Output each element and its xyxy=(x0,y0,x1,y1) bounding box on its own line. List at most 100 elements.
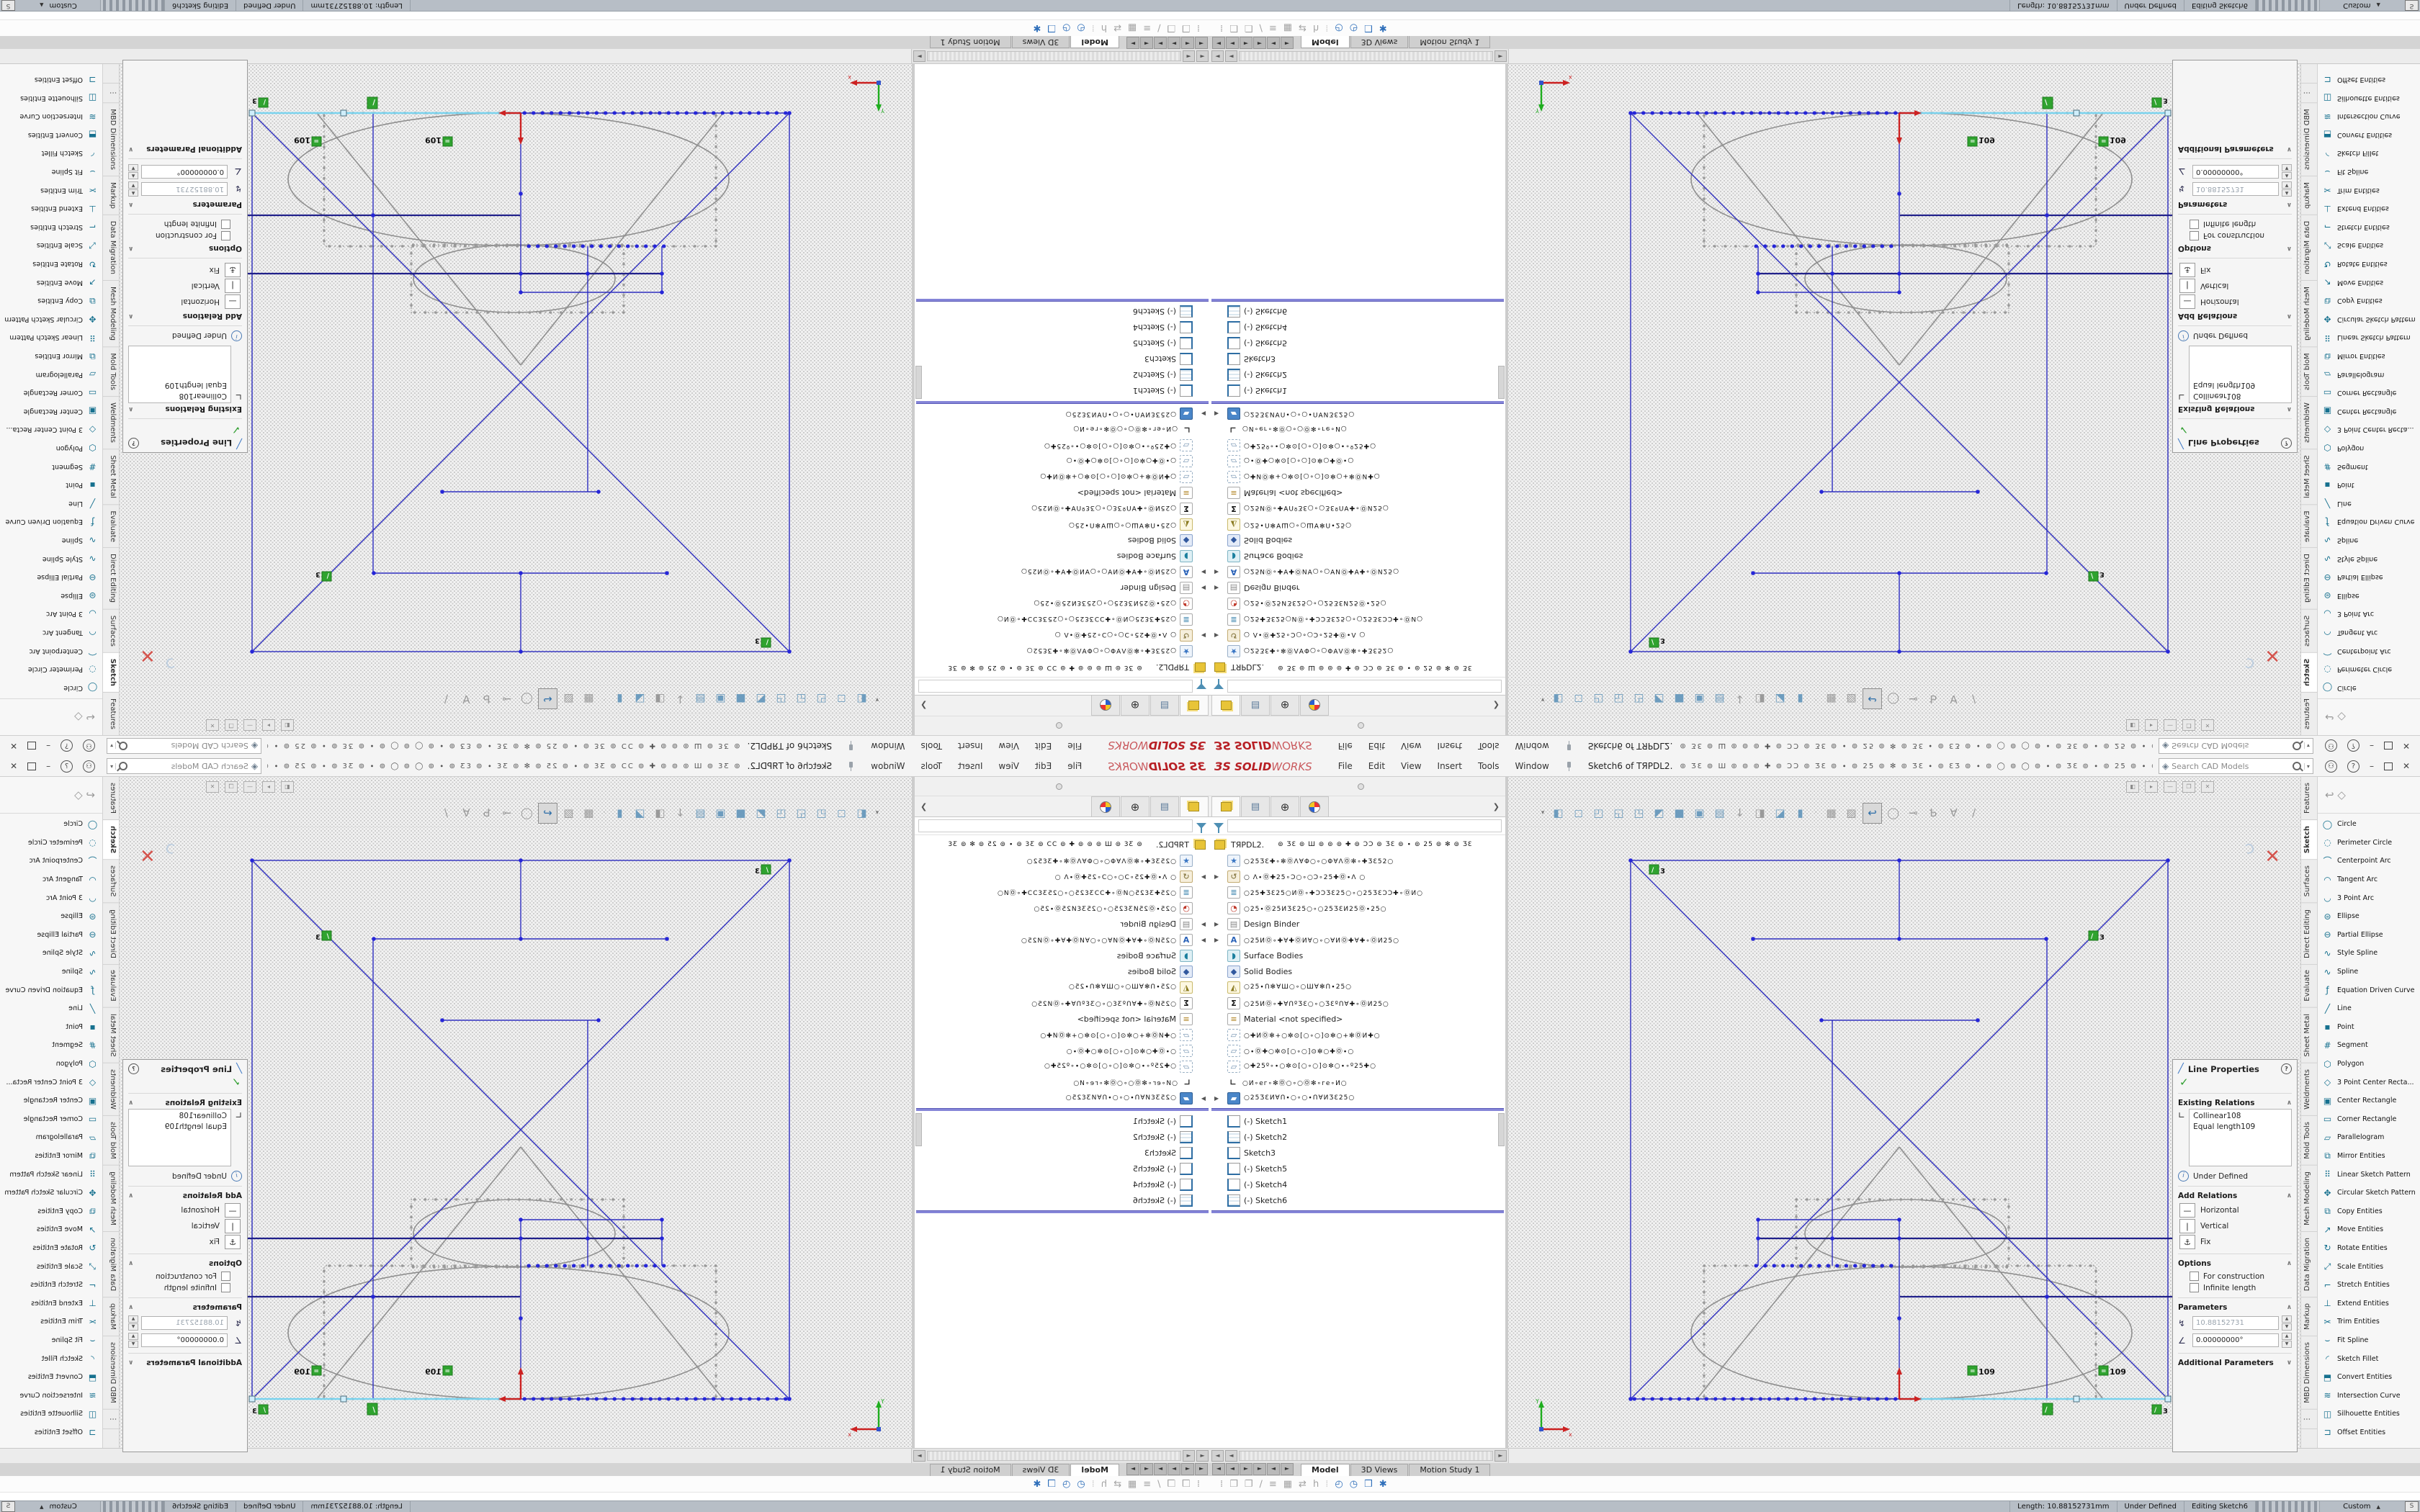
view-toolbar-icon[interactable]: ◧ xyxy=(1549,804,1567,823)
view-toolbar-icon[interactable]: Ƅ xyxy=(478,804,496,823)
command-tab[interactable]: Data Migration xyxy=(103,215,119,280)
tree-row[interactable]: ▶ ▰ ○25ƷƐИ∀Ո∙○∘○∙Ո∀ИƷƐ25○ xyxy=(1210,406,1505,422)
sketch-tool[interactable]: ✥ Circular Sketch Pattern xyxy=(2318,1184,2420,1202)
motion-toolbar-icon[interactable]: ❐ xyxy=(1182,1479,1191,1490)
search-dropdown-icon[interactable]: ▾ xyxy=(110,763,116,770)
expand-icon[interactable]: ▶ xyxy=(1198,633,1206,639)
motion-toolbar-icon[interactable]: ❐ xyxy=(1245,23,1253,34)
sketch-tool[interactable]: ↗ Move Entities xyxy=(0,273,102,292)
sketch-tool[interactable]: ✥ Circular Sketch Pattern xyxy=(0,310,102,329)
motion-toolbar-icon[interactable]: ◷ xyxy=(1350,1479,1358,1490)
restore-button[interactable] xyxy=(27,742,36,750)
tree-row[interactable]: ◗ Surface Bodies xyxy=(915,549,1210,564)
motion-toolbar-icon[interactable]: ▦ xyxy=(1128,1479,1137,1490)
view-toolbar-icon[interactable]: ◰ xyxy=(1590,690,1608,709)
cancel-sketch-icon[interactable]: ✕ xyxy=(140,644,156,666)
view-toolbar-icon[interactable]: ⊸ xyxy=(1904,804,1922,823)
minimize-button[interactable]: – xyxy=(46,741,50,751)
child-restore-icon[interactable]: ❐ xyxy=(225,781,238,793)
view-toolbar-icon[interactable]: ∀ xyxy=(457,690,475,709)
child-prev-icon[interactable]: ◧ xyxy=(2126,781,2139,793)
rollback-bar-end[interactable] xyxy=(916,1210,1209,1213)
tab-propertymanager[interactable]: ▤ xyxy=(1241,696,1270,716)
sketch-tool[interactable]: ⊐ Offset Entities xyxy=(2318,71,2420,89)
command-tab[interactable]: Weldments xyxy=(2301,396,2317,449)
sketch-tool[interactable]: ◫ Silhouette Entities xyxy=(2318,89,2420,107)
child-next-icon[interactable]: ▸ xyxy=(2145,781,2158,793)
view-toolbar-icon[interactable]: ◪ xyxy=(1771,804,1789,823)
spinner[interactable]: ▲▼ xyxy=(2282,164,2292,179)
expand-icon[interactable]: ▶ xyxy=(1214,633,1222,639)
tree-row[interactable]: ≣ ○25✚ƷƐ25○ИⓄ∘✚ƆƆƷƐ25○∘○25ƷƐƆƆ✚∘ⓄИ○ xyxy=(1210,612,1505,628)
search-box[interactable]: ◈ Search CAD Models ▾ xyxy=(107,758,261,774)
user-icon[interactable]: ⚇ xyxy=(83,740,95,752)
playback-button[interactable]: ◄ xyxy=(1140,37,1153,49)
minimize-button[interactable]: – xyxy=(46,761,50,771)
relation-item[interactable]: Equal length109 xyxy=(2193,1122,2287,1133)
command-tab[interactable]: Evaluate xyxy=(2301,504,2317,548)
sketch-tool[interactable]: ⧉ Copy Entities xyxy=(2318,1202,2420,1220)
tree-row[interactable]: ▶ ▰ ○25ƷƐИ∀Ո∙○∘○∙Ո∀ИƷƐ25○ xyxy=(915,1090,1210,1106)
view-toolbar-icon[interactable]: ▮ xyxy=(1791,690,1809,709)
tree-row[interactable]: ≡ Material <not specified> xyxy=(915,485,1210,501)
view-toolbar-icon[interactable]: ⊸ xyxy=(498,804,516,823)
child-close-icon[interactable]: ✕ xyxy=(206,719,219,731)
sketch-tool[interactable]: ⌣ Fit Spline xyxy=(2318,163,2420,181)
sketch-tool[interactable]: ◫ Silhouette Entities xyxy=(0,1405,102,1423)
tree-scrollbar[interactable] xyxy=(1498,1113,1505,1146)
sketch-tool[interactable]: ◡ 3 Point Arc xyxy=(2318,888,2420,907)
playback-button[interactable]: ► xyxy=(1168,37,1180,49)
playback-button[interactable]: ◄ xyxy=(1226,37,1239,49)
view-toolbar-icon[interactable]: ∀ xyxy=(457,804,475,823)
sketch-tool[interactable]: ⌣ Fit Spline xyxy=(0,1331,102,1350)
section-add-relations[interactable]: Add Relations∧ xyxy=(128,312,242,320)
command-tab[interactable]: Weldments xyxy=(103,396,119,449)
view-toolbar-icon[interactable]: ▾ xyxy=(873,804,882,823)
sketch-tool[interactable]: ⬒ Convert Entities xyxy=(0,1368,102,1387)
motion-toolbar-icon[interactable]: ◴ xyxy=(1335,23,1343,34)
option-row[interactable]: Infinite length xyxy=(128,1283,230,1292)
view-toolbar-icon[interactable]: ◰ xyxy=(1590,804,1608,823)
tree-row[interactable]: ◗ Surface Bodies xyxy=(1210,948,1505,963)
search-input[interactable]: Search CAD Models xyxy=(2172,742,2290,751)
sketch-tool[interactable]: ◇ 3 Point Center Recta... xyxy=(0,1073,102,1092)
sketch-tool[interactable]: ▪ Point xyxy=(0,1018,102,1037)
command-tab[interactable]: Mesh Modeling xyxy=(2301,1166,2317,1232)
motion-toolbar-icon[interactable]: ◷ xyxy=(1062,1479,1070,1490)
panel-collapse-strip[interactable] xyxy=(915,777,1210,796)
command-tab[interactable]: Data Migration xyxy=(2301,215,2317,280)
document-tab[interactable]: 3D Views xyxy=(1350,1464,1409,1476)
minimize-button[interactable]: – xyxy=(2370,741,2374,751)
view-toolbar-icon[interactable]: ◱ xyxy=(792,690,810,709)
tree-row-sketch[interactable]: (-) Sketch1 xyxy=(1210,383,1505,399)
view-toolbar-icon[interactable]: ■ xyxy=(1670,690,1688,709)
tree-row[interactable]: ◆ Solid Bodies xyxy=(915,533,1210,549)
command-tab[interactable]: MBD Dimensions xyxy=(103,1336,119,1410)
playback-button[interactable]: ◄ xyxy=(1267,37,1280,49)
tree-row[interactable]: Σ ○25ИⓄ∘✚∀ՈºƷƐ○∘○ƷƐºՈ∀✚∘ⓄИ25○ xyxy=(1210,995,1505,1011)
menu-item[interactable]: Edit xyxy=(1361,760,1392,773)
user-icon[interactable]: ⚇ xyxy=(83,760,95,773)
motion-toolbar-icon[interactable]: h xyxy=(1101,23,1107,34)
motion-toolbar-icon[interactable]: ∕ xyxy=(1259,1479,1262,1490)
search-dropdown-icon[interactable]: ▾ xyxy=(110,743,116,750)
child-next-icon[interactable]: ▸ xyxy=(262,781,275,793)
sketch-tool[interactable]: ▣ Center Rectangle xyxy=(0,1092,102,1110)
menu-item[interactable]: Edit xyxy=(1028,739,1059,752)
sketch-tool[interactable]: ⤢ Scale Entities xyxy=(0,1257,102,1276)
search-icon[interactable] xyxy=(2293,762,2301,770)
spinner[interactable]: ▲▼ xyxy=(128,181,138,197)
panel-help-icon[interactable]: ? xyxy=(128,438,139,449)
playback-button[interactable]: ► xyxy=(1281,37,1294,49)
rollback-bar[interactable] xyxy=(1211,401,1504,404)
sketch-tool[interactable]: ╱ Line xyxy=(2318,999,2420,1018)
sketch-tool[interactable]: ◜ Sketch Fillet xyxy=(0,1349,102,1368)
sketch-tool[interactable]: ◯ Circle xyxy=(2318,815,2420,834)
ok-icon[interactable]: ✓ xyxy=(2179,1076,2292,1089)
command-tab[interactable]: Evaluate xyxy=(103,504,119,548)
command-tab[interactable]: Surfaces xyxy=(2301,860,2317,903)
view-toolbar-icon[interactable]: ↩ xyxy=(1863,803,1882,824)
motion-toolbar-icon[interactable]: ◷ xyxy=(1062,23,1070,34)
tab-configurationmanager[interactable]: ⊕ xyxy=(1270,796,1299,816)
sketch-tool[interactable]: ✂ Trim Entities xyxy=(2318,1313,2420,1331)
